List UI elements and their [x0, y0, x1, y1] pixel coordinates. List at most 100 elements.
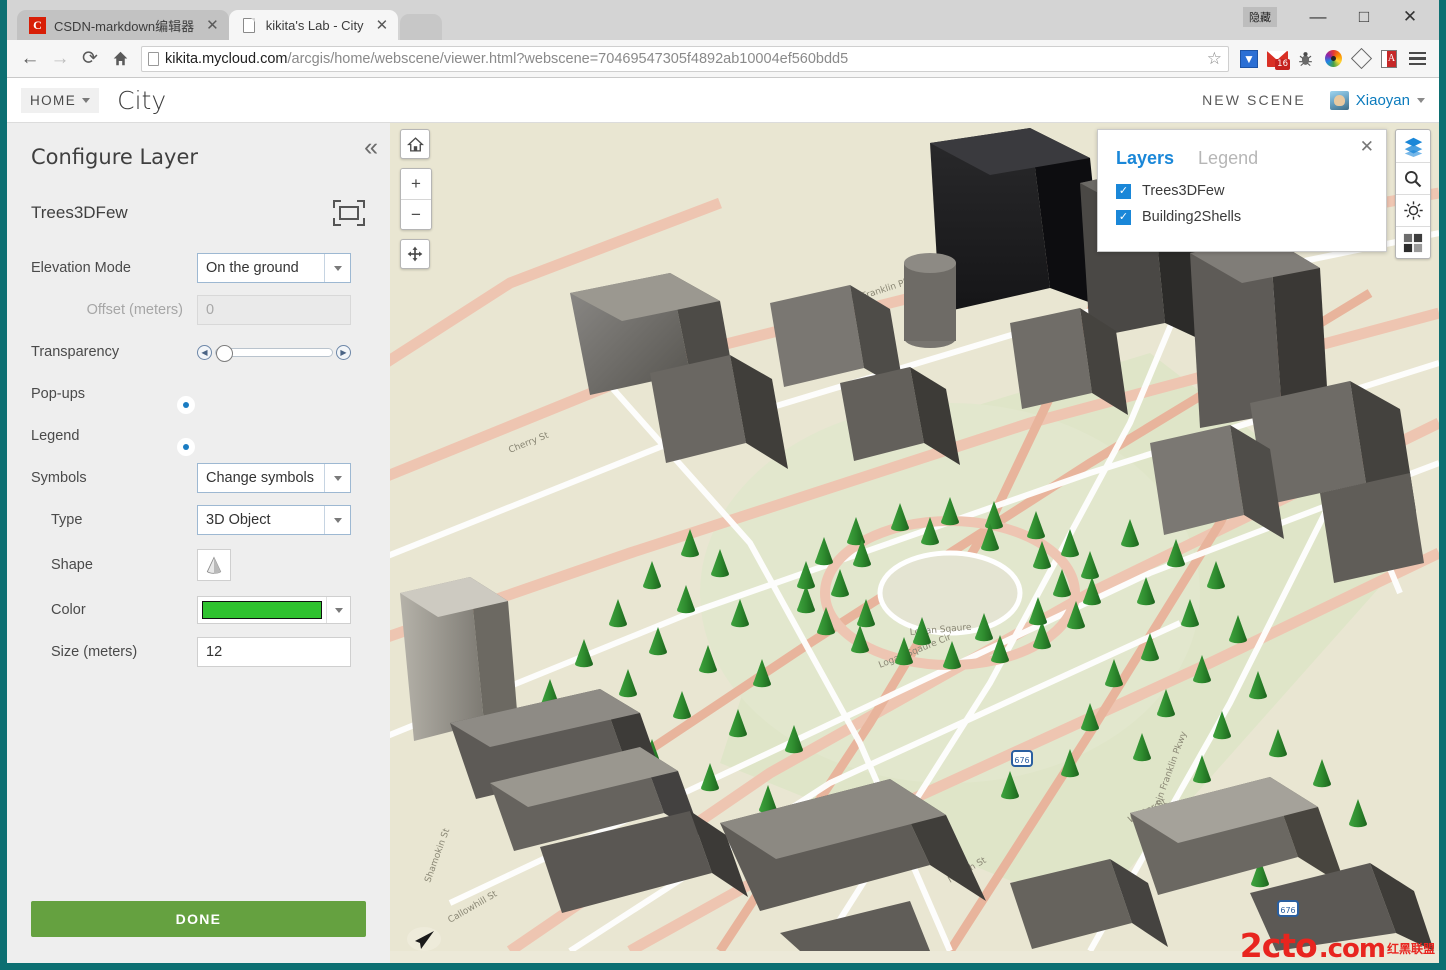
elevation-mode-value: On the ground: [206, 260, 299, 276]
zoom-to-layer-icon[interactable]: [332, 199, 366, 227]
scene-viewer-map[interactable]: Logan Sqaure Logan Sqaure Cir N 19th St …: [390, 123, 1439, 963]
field-color: Color: [31, 595, 366, 625]
size-label: Size (meters): [51, 644, 138, 660]
document-icon: [241, 17, 258, 34]
color-picker[interactable]: [197, 596, 351, 624]
field-size: Size (meters) 12: [31, 637, 366, 667]
daylight-icon[interactable]: [1396, 194, 1430, 226]
field-symbols: Symbols Change symbols: [31, 463, 366, 493]
gmail-unread-badge: 16: [1275, 58, 1290, 70]
tab-legend[interactable]: Legend: [1198, 148, 1258, 169]
tab-close-icon[interactable]: ✕: [372, 18, 389, 33]
url-path: /arcgis/home/webscene/viewer.html?websce…: [287, 50, 849, 67]
chevron-down-icon: [1417, 97, 1425, 103]
layer-checkbox[interactable]: ✓: [1116, 183, 1131, 199]
cone-shape-icon[interactable]: [197, 549, 231, 581]
diamond-icon[interactable]: [1347, 44, 1375, 74]
legend-label: Legend: [31, 428, 80, 444]
zoom-in-button[interactable]: +: [401, 169, 431, 199]
popups-label: Pop-ups: [31, 386, 86, 402]
layer-item-building2shells[interactable]: ✓ Building2Shells: [1116, 209, 1368, 225]
search-icon[interactable]: [1396, 162, 1430, 194]
header-actions: NEW SCENE Xiaoyan: [1202, 90, 1425, 110]
new-scene-button[interactable]: NEW SCENE: [1202, 92, 1306, 108]
avatar: [1329, 90, 1349, 110]
url-host: kikita.mycloud.com: [165, 50, 288, 67]
page-info-icon: [148, 51, 159, 66]
user-menu[interactable]: Xiaoyan: [1329, 90, 1425, 110]
close-icon[interactable]: ✕: [1360, 138, 1374, 155]
configure-layer-panel: « Configure Layer Trees3DFew Elevation M…: [7, 123, 390, 963]
size-input[interactable]: 12: [197, 637, 351, 667]
window-controls: 隐藏 — □ ✕: [1243, 0, 1433, 34]
transparency-slider[interactable]: ◀ ▶: [197, 344, 351, 362]
symbols-select[interactable]: Change symbols: [197, 463, 351, 493]
download-icon[interactable]: ▼: [1235, 44, 1263, 74]
color-wheel-icon[interactable]: [1319, 44, 1347, 74]
svg-text:676: 676: [1280, 906, 1295, 915]
browser-tab-csdn[interactable]: C CSDN-markdown编辑器 ✕: [17, 10, 229, 40]
browser-tab-city[interactable]: kikita's Lab - City ✕: [228, 10, 399, 40]
reload-icon[interactable]: ⟳: [75, 44, 105, 74]
map-tool-rail: [1395, 129, 1431, 259]
layer-item-label: Trees3DFew: [1142, 183, 1225, 199]
offset-input[interactable]: 0: [197, 295, 351, 325]
color-label: Color: [51, 602, 86, 618]
forward-icon[interactable]: →: [45, 44, 75, 74]
home-menu-button[interactable]: HOME: [21, 87, 100, 113]
slider-track[interactable]: [215, 344, 333, 362]
layers-panel-tabs: Layers Legend: [1116, 148, 1368, 169]
field-offset: Offset (meters) 0: [31, 295, 366, 325]
slider-thumb[interactable]: [216, 344, 233, 362]
type-value: 3D Object: [206, 512, 271, 528]
chevron-down-icon: [326, 597, 350, 623]
chrome-menu-icon[interactable]: [1403, 44, 1431, 74]
field-shape: Shape: [31, 547, 366, 583]
browser-window: C CSDN-markdown编辑器 ✕ kikita's Lab - City…: [0, 0, 1446, 970]
username-label: Xiaoyan: [1355, 91, 1410, 109]
type-select[interactable]: 3D Object: [197, 505, 351, 535]
url-text: kikita.mycloud.com/arcgis/home/webscene/…: [165, 51, 848, 67]
transparency-label: Transparency: [31, 344, 120, 360]
dictionary-icon[interactable]: [1375, 44, 1403, 74]
collapse-panel-icon[interactable]: «: [364, 135, 378, 160]
close-button[interactable]: ✕: [1387, 0, 1433, 34]
layers-icon[interactable]: [1396, 130, 1430, 162]
slider-increase-icon[interactable]: ▶: [336, 344, 351, 360]
gmail-icon[interactable]: 16: [1263, 44, 1291, 74]
new-tab-button[interactable]: [400, 14, 443, 40]
chevron-down-icon: [324, 464, 350, 492]
home-icon[interactable]: [400, 129, 430, 159]
minimize-button[interactable]: —: [1295, 0, 1341, 34]
layer-item-trees3dfew[interactable]: ✓ Trees3DFew: [1116, 183, 1368, 199]
maximize-button[interactable]: □: [1341, 0, 1387, 34]
field-legend: Legend: [31, 421, 366, 456]
zoom-out-button[interactable]: −: [401, 199, 431, 229]
slider-decrease-icon[interactable]: ◀: [197, 344, 212, 360]
browser-toolbar: ← → ⟳ kikita.mycloud.com/arcgis/home/web…: [7, 40, 1439, 78]
north-arrow-icon[interactable]: [404, 923, 444, 955]
app-header: HOME City NEW SCENE Xiaoyan: [7, 78, 1439, 123]
tab-title: kikita's Lab - City: [265, 17, 364, 33]
pan-icon[interactable]: [400, 239, 430, 269]
layer-header-row: Trees3DFew: [31, 199, 366, 227]
svg-text:676: 676: [1014, 756, 1029, 765]
watermark-main: 2cto: [1239, 926, 1318, 963]
hide-button[interactable]: 隐藏: [1243, 7, 1277, 27]
tab-layers[interactable]: Layers: [1116, 148, 1174, 169]
elevation-mode-select[interactable]: On the ground: [197, 253, 351, 283]
layer-checkbox[interactable]: ✓: [1116, 209, 1131, 225]
basemap-icon[interactable]: [1396, 226, 1430, 258]
watermark-suffix: .com: [1318, 933, 1386, 963]
site-watermark: 2cto .com 红黑联盟: [1239, 926, 1435, 963]
bug-icon[interactable]: [1291, 44, 1319, 74]
address-bar[interactable]: kikita.mycloud.com/arcgis/home/webscene/…: [141, 45, 1229, 72]
offset-label: Offset (meters): [86, 302, 183, 318]
tab-close-icon[interactable]: ✕: [202, 18, 219, 33]
back-icon[interactable]: ←: [15, 44, 45, 74]
done-button[interactable]: DONE: [31, 901, 366, 937]
bookmark-star-icon[interactable]: ☆: [1207, 49, 1222, 69]
home-icon[interactable]: [105, 44, 135, 74]
chevron-down-icon: [324, 506, 350, 534]
layers-panel: ✕ Layers Legend ✓ Trees3DFew ✓ Building2…: [1097, 129, 1387, 252]
